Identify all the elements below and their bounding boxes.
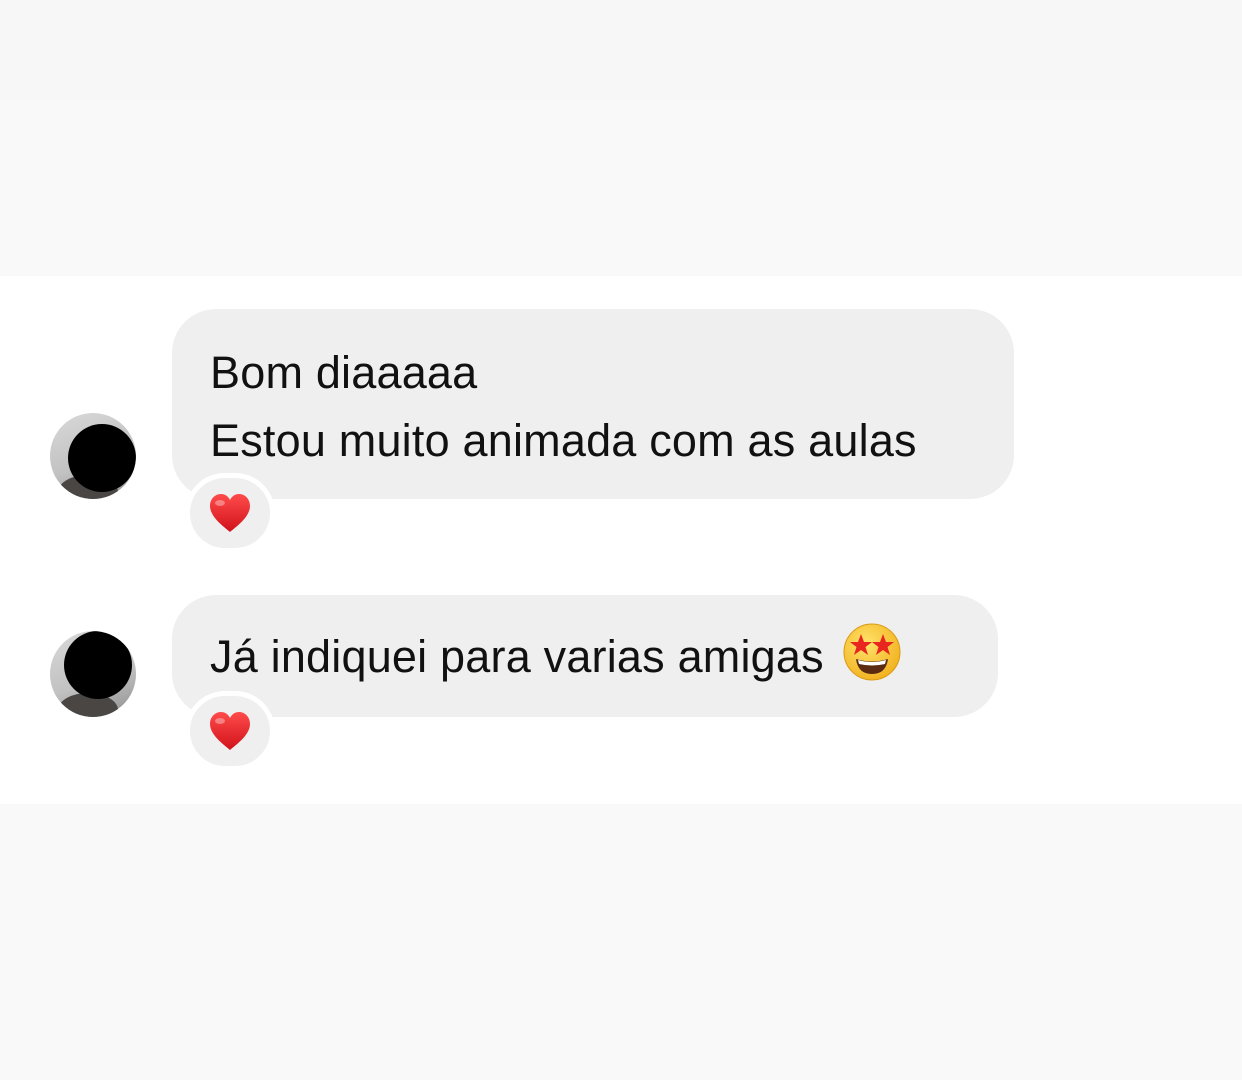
reaction-badge[interactable] <box>185 691 275 771</box>
avatar-redaction-circle <box>68 424 136 492</box>
message-text-line: Já indiquei para varias amigas <box>210 622 960 691</box>
message-text-line: Bom diaaaaa <box>210 347 478 398</box>
top-strip <box>0 0 1242 100</box>
chat-thread: Bom diaaaaa Estou muito animada com as a… <box>0 276 1242 804</box>
star-struck-icon <box>843 623 901 681</box>
message-text: Já indiquei para varias amigas <box>210 631 824 682</box>
message-bubble[interactable]: Já indiquei para varias amigas <box>172 595 998 717</box>
avatar-redaction-circle <box>64 631 132 699</box>
red-heart-icon <box>210 494 250 532</box>
bottom-background <box>0 804 1242 1080</box>
top-background <box>0 0 1242 276</box>
sender-avatar[interactable] <box>50 631 136 717</box>
message-text-line: Estou muito animada com as aulas <box>210 415 917 466</box>
message-bubble[interactable]: Bom diaaaaa Estou muito animada com as a… <box>172 309 1014 499</box>
sender-avatar[interactable] <box>50 413 136 499</box>
reaction-badge[interactable] <box>185 473 275 553</box>
red-heart-icon <box>210 712 250 750</box>
